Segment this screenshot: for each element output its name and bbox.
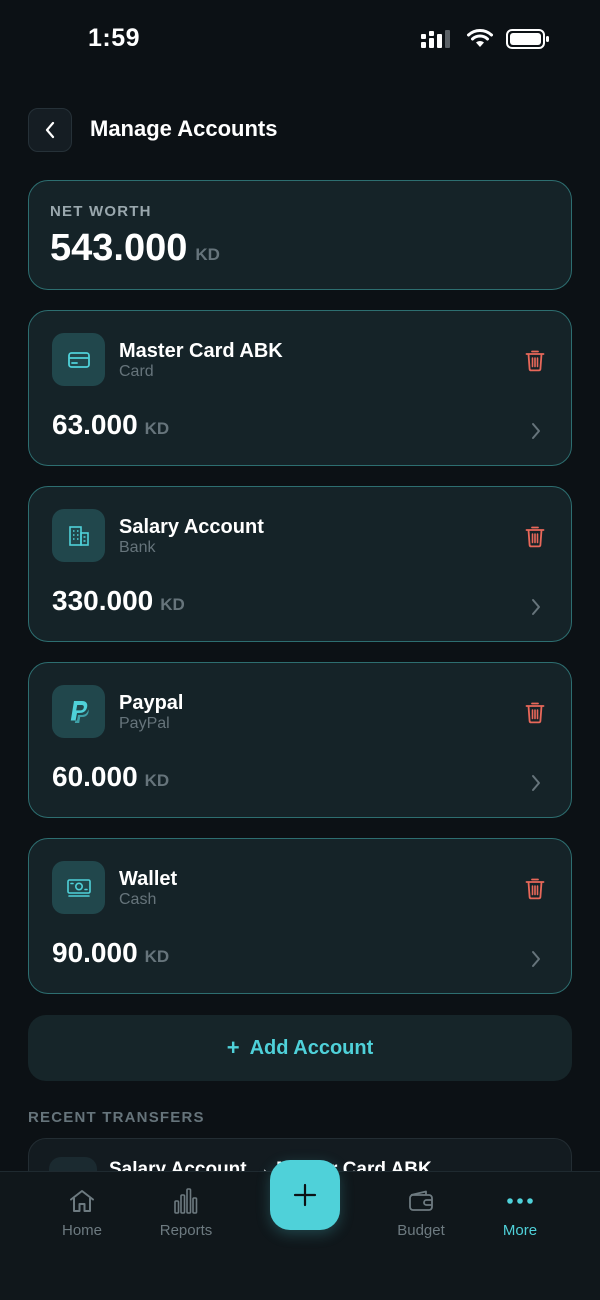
bar-chart-icon (174, 1188, 198, 1214)
chevron-right-icon (532, 775, 540, 791)
trash-icon (525, 702, 545, 723)
cellular-signal-icon (421, 30, 450, 48)
account-name: Paypal (119, 692, 184, 714)
delete-account-button[interactable] (523, 699, 547, 725)
account-type: Cash (119, 891, 157, 908)
plus-icon (293, 1183, 317, 1207)
account-balance: 63.000 KD (52, 409, 169, 441)
nav-item-reports[interactable]: Reports (141, 1186, 231, 1239)
nav-label: Home (61, 1222, 102, 1239)
net-worth-value: 543.000 KD (50, 227, 220, 270)
paypal-icon (70, 700, 89, 723)
trash-icon (525, 878, 545, 899)
add-account-button[interactable]: + Add Account (28, 1015, 572, 1081)
delete-account-button[interactable] (523, 347, 547, 373)
chevron-right-icon (532, 599, 540, 615)
nav-item-home[interactable]: Home (37, 1186, 127, 1239)
net-worth-card: NET WORTH 543.000 KD (28, 180, 572, 290)
account-type: Card (119, 363, 154, 380)
balance-amount: 330.000 (52, 585, 154, 616)
net-worth-label: NET WORTH (50, 203, 152, 220)
status-icons (420, 28, 550, 50)
status-bar: 1:59 (0, 0, 600, 80)
status-time: 1:59 (88, 24, 141, 52)
account-name: Wallet (119, 868, 178, 890)
account-balance: 90.000 KD (52, 937, 169, 969)
chevron-right-icon (532, 951, 540, 967)
balance-currency: KD (144, 419, 170, 438)
trash-icon (525, 526, 545, 547)
add-transaction-fab[interactable] (270, 1160, 340, 1230)
home-icon (70, 1190, 94, 1212)
balance-amount: 90.000 (52, 937, 138, 968)
nav-label: More (502, 1222, 538, 1239)
plus-icon: + (226, 1035, 240, 1060)
manage-accounts-screen: 1:59 Manage Accounts NET WORTH 543.000 K… (0, 0, 600, 1300)
account-card-paypal[interactable]: Paypal PayPal 60.000 KD (28, 662, 572, 818)
nav-label: Reports (159, 1222, 213, 1239)
delete-account-button[interactable] (523, 523, 547, 549)
account-type: Bank (119, 539, 156, 556)
nav-item-budget[interactable]: Budget (376, 1186, 466, 1239)
account-card-master-card[interactable]: Master Card ABK Card 63.000 KD (28, 310, 572, 466)
balance-currency: KD (144, 947, 170, 966)
trash-icon (525, 350, 545, 371)
net-worth-currency: KD (195, 245, 220, 264)
chevron-right-icon (532, 423, 540, 439)
account-icon-container (52, 333, 105, 386)
battery-icon (506, 29, 549, 49)
balance-amount: 60.000 (52, 761, 138, 792)
account-card-salary-account[interactable]: Salary Account Bank 330.000 KD (28, 486, 572, 642)
bank-building-icon (68, 525, 89, 546)
page-title: Manage Accounts (90, 116, 278, 141)
account-name: Salary Account (119, 516, 264, 538)
account-type: PayPal (119, 715, 170, 732)
credit-card-icon (67, 351, 90, 368)
recent-transfers-title: RECENT TRANSFERS (28, 1109, 205, 1126)
delete-account-button[interactable] (523, 875, 547, 901)
nav-label: Budget (397, 1222, 445, 1239)
wifi-icon (467, 29, 493, 47)
nav-item-more[interactable]: More (475, 1186, 565, 1239)
balance-amount: 63.000 (52, 409, 138, 440)
balance-currency: KD (144, 771, 170, 790)
cash-icon (66, 878, 91, 897)
account-icon-container (52, 861, 105, 914)
more-dots-icon (507, 1198, 533, 1204)
account-card-wallet[interactable]: Wallet Cash 90.000 KD (28, 838, 572, 994)
account-icon-container (52, 509, 105, 562)
net-worth-amount: 543.000 (50, 227, 188, 269)
account-icon-container (52, 685, 105, 738)
account-balance: 60.000 KD (52, 761, 169, 793)
wallet-icon (409, 1190, 433, 1211)
account-balance: 330.000 KD (52, 585, 185, 617)
add-account-label: Add Account (249, 1036, 374, 1059)
back-button[interactable] (28, 108, 72, 152)
balance-currency: KD (160, 595, 185, 614)
account-name: Master Card ABK (119, 340, 283, 362)
chevron-left-icon (45, 121, 55, 139)
